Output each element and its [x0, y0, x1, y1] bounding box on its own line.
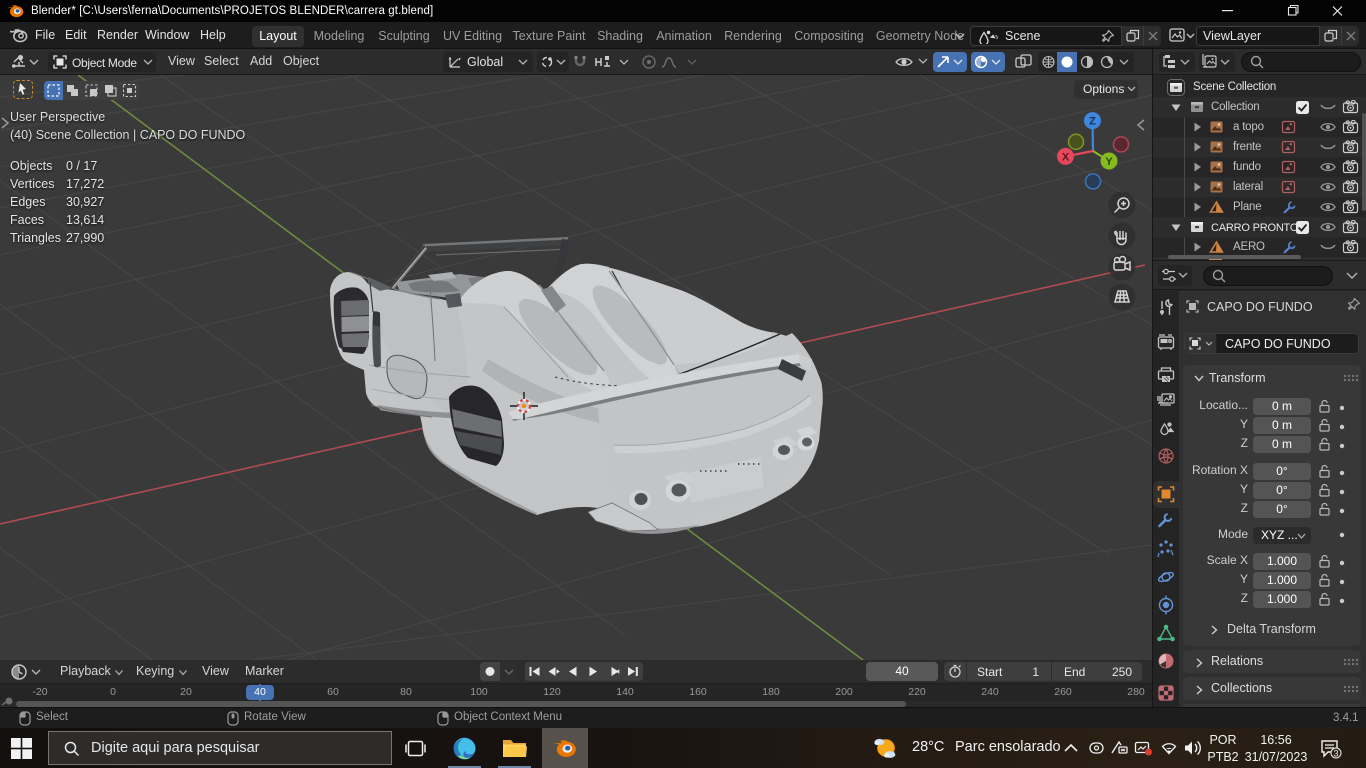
- svg-text:Z: Z: [1089, 116, 1096, 128]
- svg-text:Y: Y: [1105, 156, 1113, 168]
- svg-text:X: X: [1062, 151, 1070, 163]
- svg-text:3: 3: [1333, 749, 1338, 759]
